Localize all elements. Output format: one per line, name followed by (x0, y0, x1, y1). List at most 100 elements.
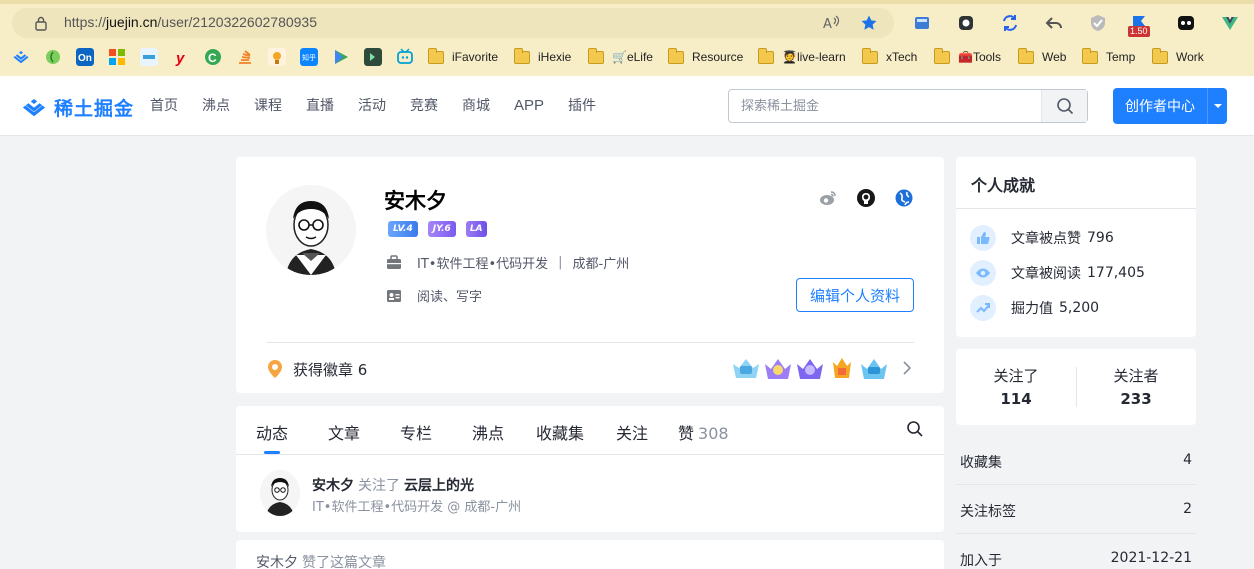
profile-tabs: 动态 文章 专栏 沸点 收藏集 关注 赞 308 (236, 406, 944, 455)
avatar-image (266, 185, 356, 275)
nav-contests[interactable]: 竞赛 (410, 96, 438, 116)
leaf-icon[interactable] (44, 48, 62, 66)
level-badges: LV.4 JY.6 LA (388, 221, 497, 237)
bookmark-folder-work[interactable]: Work (1152, 47, 1204, 66)
feed-user-name[interactable]: 安木夕 (312, 478, 354, 494)
feed-avatar[interactable] (260, 470, 300, 516)
lock-icon[interactable] (34, 16, 48, 31)
tab-articles[interactable]: 文章 (328, 420, 360, 444)
tab-activity[interactable]: 动态 (256, 420, 288, 444)
extension-glasses-icon[interactable] (1176, 13, 1196, 33)
bookmark-folder-ifavorite[interactable]: iFavorite (428, 47, 498, 66)
address-bar[interactable]: https://juejin.cn/user/2120322602780935 … (12, 8, 894, 38)
creator-dropdown[interactable] (1207, 88, 1227, 124)
bookmark-folder-temp[interactable]: Temp (1082, 47, 1135, 66)
svg-text:y: y (175, 50, 185, 66)
stat-collections[interactable]: 收藏集 4 (960, 452, 1192, 472)
url-host: juejin.cn (106, 14, 158, 30)
zhihu-icon[interactable]: 知乎 (300, 48, 318, 66)
trophy-icon[interactable] (268, 48, 286, 66)
bookmark-folder-live-learn[interactable]: 🧑‍🎓live-learn (758, 47, 846, 66)
nav-plugins[interactable]: 插件 (568, 96, 596, 116)
bilibili-icon[interactable] (396, 48, 414, 66)
nav-app[interactable]: APP (514, 96, 544, 116)
tab-columns[interactable]: 专栏 (400, 420, 432, 444)
bookmark-folder-ihexie[interactable]: iHexie (514, 47, 571, 66)
level-badge[interactable]: LV.4 (388, 221, 418, 237)
globe-icon[interactable] (894, 188, 914, 208)
tab-pins[interactable]: 沸点 (472, 420, 504, 444)
search-icon[interactable] (906, 420, 924, 438)
followers-block[interactable]: 关注者 233 (1076, 365, 1196, 408)
stat-label: 关注标签 (960, 504, 1016, 520)
edit-profile-button[interactable]: 编辑个人资料 (796, 278, 914, 312)
back-arrow-icon[interactable] (1044, 13, 1064, 33)
shield-icon[interactable] (1088, 13, 1108, 33)
achievement-value: 177,405 (1087, 265, 1145, 281)
extension-sync-icon[interactable] (1000, 13, 1020, 33)
url-path: /user/2120322602780935 (157, 14, 317, 30)
extension-notebook-icon[interactable] (912, 13, 932, 33)
trend-icon (970, 295, 996, 321)
weibo-icon[interactable] (140, 48, 158, 66)
tab-likes[interactable]: 赞 308 (678, 420, 729, 444)
bookmark-folder-resource[interactable]: Resource (668, 47, 743, 66)
nav-live[interactable]: 直播 (306, 96, 334, 116)
chevron-right-icon[interactable] (902, 361, 912, 375)
folder-icon (862, 47, 878, 64)
stack-icon[interactable] (236, 48, 254, 66)
juejin-logo[interactable]: 稀土掘金 (20, 94, 134, 121)
search-button[interactable] (1041, 90, 1087, 122)
search-box (728, 89, 1088, 123)
nav-events[interactable]: 活动 (358, 96, 386, 116)
nav-pins[interactable]: 沸点 (202, 96, 230, 116)
tab-collections[interactable]: 收藏集 (536, 420, 584, 444)
feed-user-name[interactable]: 安木夕 (256, 555, 298, 569)
nav-store[interactable]: 商城 (462, 96, 490, 116)
download-extension[interactable]: 1.50 (1128, 13, 1150, 37)
stat-value: 2021-12-21 (1110, 550, 1192, 566)
folder-icon (1152, 47, 1168, 64)
weibo-icon[interactable] (818, 188, 838, 208)
yahoo-icon[interactable]: y (172, 48, 190, 66)
position-row: IT•软件工程•代码开发 | 成都-广州 (386, 253, 629, 272)
bookmark-folder-xtech[interactable]: xTech (862, 47, 917, 66)
jy-badge[interactable]: JY.6 (427, 221, 456, 237)
tab-strip-edge (0, 0, 1254, 4)
terminal-icon[interactable] (364, 48, 382, 66)
la-badge[interactable]: LA (465, 221, 487, 237)
eye-icon (970, 260, 996, 286)
nav-courses[interactable]: 课程 (254, 96, 282, 116)
achievement-label: 文章被阅读 (1011, 266, 1081, 282)
g-icon[interactable]: C (204, 48, 222, 66)
onenote-icon[interactable]: On (76, 48, 94, 66)
favorite-star-icon[interactable] (860, 14, 878, 32)
tab-following[interactable]: 关注 (616, 420, 648, 444)
download-badge: 1.50 (1128, 26, 1150, 37)
medals-label[interactable]: 获得徽章 6 (293, 359, 367, 380)
medal-icon (833, 358, 851, 378)
stat-tags[interactable]: 关注标签 2 (960, 501, 1192, 521)
bookmark-folder-tools[interactable]: 🧰Tools (934, 47, 1001, 66)
medal-list[interactable] (731, 356, 891, 382)
microsoft-icon[interactable] (108, 48, 126, 66)
search-input[interactable] (729, 90, 1041, 122)
following-block[interactable]: 关注了 114 (956, 365, 1076, 408)
juejin-icon[interactable] (12, 48, 30, 66)
thumbs-up-icon (970, 225, 996, 251)
medal-icon (765, 359, 791, 379)
nav-home[interactable]: 首页 (150, 96, 178, 116)
play-icon[interactable] (332, 48, 350, 66)
github-icon[interactable] (856, 188, 876, 208)
extension-vue-icon[interactable] (1220, 13, 1240, 33)
read-aloud-icon[interactable]: A (822, 14, 840, 32)
avatar[interactable] (266, 185, 356, 275)
url-text[interactable]: https://juejin.cn/user/2120322602780935 (64, 14, 317, 30)
creator-center-button[interactable]: 创作者中心 (1113, 88, 1227, 124)
feed-target-name[interactable]: 云层上的光 (404, 478, 474, 494)
extension-capture-icon[interactable] (956, 13, 976, 33)
location-text: 成都-广州 (572, 257, 630, 272)
bookmark-folder-elife[interactable]: 🛒eLife (588, 47, 653, 66)
following-label: 关注了 (993, 367, 1039, 385)
bookmark-folder-web[interactable]: Web (1018, 47, 1066, 66)
